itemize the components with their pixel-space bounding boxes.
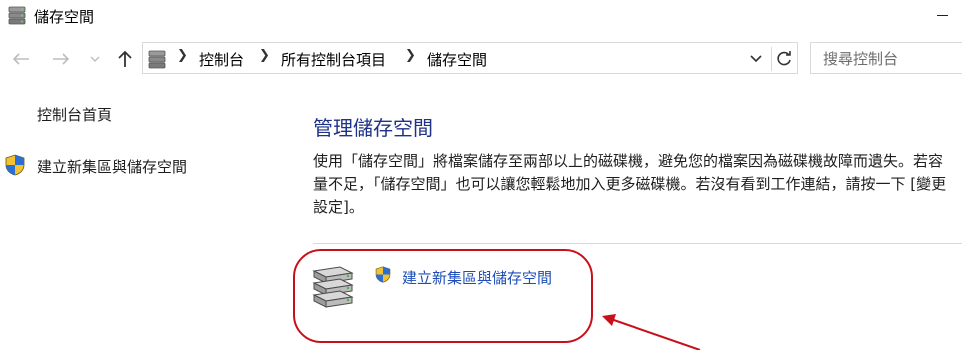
chevron-right-icon[interactable]: ❯ bbox=[405, 48, 416, 63]
address-bar[interactable]: ❯ 控制台 ❯ 所有控制台項目 ❯ 儲存空間 bbox=[142, 42, 798, 74]
recent-locations-button[interactable] bbox=[86, 46, 104, 72]
annotation-highlight bbox=[293, 249, 593, 343]
refresh-icon bbox=[777, 51, 791, 66]
title-bar: 儲存空間 bbox=[0, 0, 962, 32]
create-pool-link-left[interactable]: 建立新集區與儲存空間 bbox=[37, 156, 187, 177]
page-title: 管理儲存空間 bbox=[313, 116, 433, 140]
refresh-button[interactable] bbox=[771, 47, 796, 71]
storage-spaces-icon bbox=[8, 6, 26, 25]
navigation-bar: ❯ 控制台 ❯ 所有控制台項目 ❯ 儲存空間 bbox=[0, 40, 962, 78]
breadcrumb-control-panel[interactable]: 控制台 bbox=[199, 49, 244, 70]
address-dropdown-button[interactable] bbox=[747, 49, 765, 67]
up-button[interactable] bbox=[112, 46, 138, 72]
storage-spaces-icon bbox=[148, 50, 166, 69]
minimize-button[interactable] bbox=[928, 0, 962, 30]
annotation-arrow-icon bbox=[602, 314, 701, 350]
window-title: 儲存空間 bbox=[34, 8, 95, 26]
breadcrumb-storage-spaces[interactable]: 儲存空間 bbox=[427, 49, 487, 70]
control-panel-home-link[interactable]: 控制台首頁 bbox=[37, 104, 112, 125]
chevron-right-icon[interactable]: ❯ bbox=[259, 48, 270, 63]
forward-button[interactable] bbox=[48, 46, 74, 72]
up-arrow-icon bbox=[118, 50, 132, 67]
search-box[interactable] bbox=[810, 42, 962, 74]
forward-arrow-icon bbox=[53, 53, 70, 65]
back-arrow-icon bbox=[12, 53, 29, 65]
chevron-down-icon bbox=[750, 55, 762, 63]
description-text: 使用「儲存空間」將檔案儲存至兩部以上的磁碟機，避免您的檔案因為磁碟機故障而遺失。… bbox=[313, 152, 947, 216]
chevron-down-icon bbox=[90, 56, 100, 62]
uac-shield-icon bbox=[5, 154, 25, 176]
back-button[interactable] bbox=[8, 46, 34, 72]
chevron-right-icon[interactable]: ❯ bbox=[177, 48, 188, 63]
divider bbox=[313, 243, 962, 244]
breadcrumb-all-items[interactable]: 所有控制台項目 bbox=[281, 49, 386, 70]
left-pane: 控制台首頁 建立新集區與儲存空間 bbox=[0, 92, 290, 350]
search-input[interactable] bbox=[821, 48, 961, 70]
